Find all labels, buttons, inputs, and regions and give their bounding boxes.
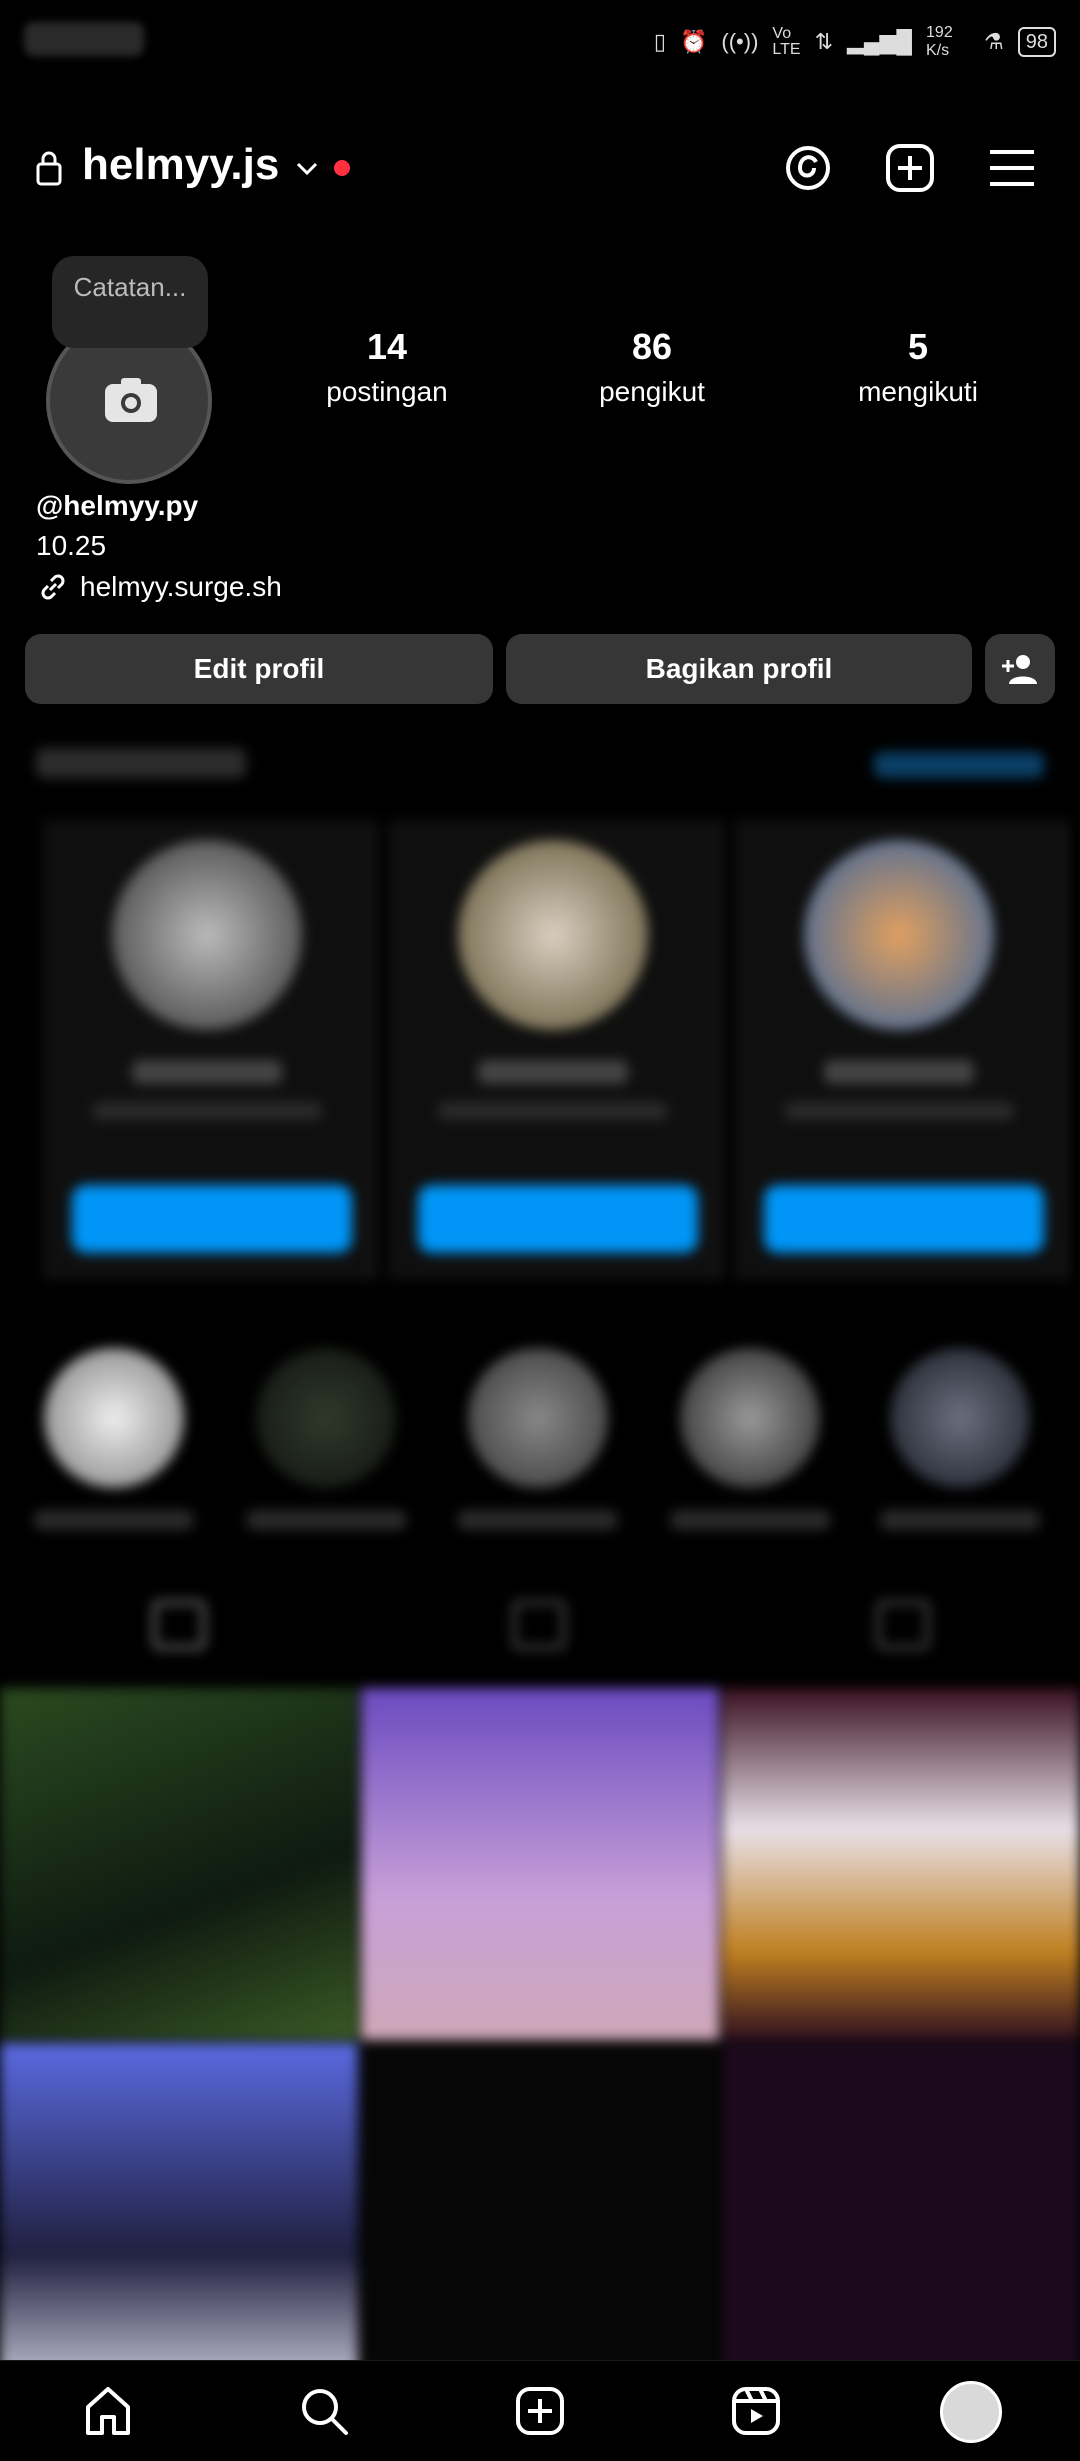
follow-button <box>418 1185 698 1253</box>
grid-tab-icon <box>152 1600 206 1650</box>
posts-stat[interactable]: 14 postingan <box>287 326 487 408</box>
highlight-label <box>246 1510 406 1530</box>
reels-icon[interactable] <box>728 2383 784 2439</box>
profile-bio: 10.25 <box>36 530 107 561</box>
data-icon: ⇅ <box>814 29 833 54</box>
status-bar: ▯ ⏰ ((•)) Vo LTE ⇅ ▂▄▆█ 192 K/s ⚗ 98 <box>0 0 1080 80</box>
posts-count: 14 <box>366 326 408 367</box>
posts-label: postingan <box>326 376 448 407</box>
bottom-navigation <box>0 2360 1080 2461</box>
suggestion-subtitle <box>784 1102 1014 1120</box>
battery-indicator: 98 <box>1017 27 1056 57</box>
see-all-link-redacted <box>874 752 1044 778</box>
profile-name: @helmyy.py <box>36 490 199 521</box>
post-thumbnail <box>361 1688 719 2040</box>
discover-people-button[interactable] <box>985 634 1055 704</box>
network-speed: 192 K/s <box>926 24 953 59</box>
flask-icon: ⚗ <box>984 29 1004 54</box>
create-icon[interactable] <box>880 138 940 198</box>
notification-dot <box>334 160 350 176</box>
highlight-circle <box>256 1348 396 1488</box>
following-stat[interactable]: 5 mengikuti <box>818 326 1018 408</box>
followers-count: 86 <box>631 326 673 367</box>
menu-icon[interactable] <box>982 138 1042 198</box>
status-time-redacted <box>24 22 144 56</box>
profile-link[interactable]: helmyy.surge.sh <box>36 570 282 604</box>
following-count: 5 <box>907 326 929 367</box>
suggestion-card <box>42 820 376 1280</box>
vibrate-icon: ▯ <box>653 29 666 54</box>
suggestion-name <box>132 1060 282 1084</box>
hotspot-icon: ((•)) <box>721 29 759 54</box>
highlight-label <box>458 1510 618 1530</box>
status-icons: ▯ ⏰ ((•)) Vo LTE ⇅ ▂▄▆█ 192 K/s ⚗ 98 <box>654 22 1056 62</box>
suggestion-card <box>388 820 722 1280</box>
follow-button <box>72 1185 352 1253</box>
profile-header: helmyy.js <box>0 120 1080 220</box>
suggestion-avatar <box>804 840 994 1030</box>
suggestion-subtitle <box>438 1102 668 1120</box>
suggestion-avatar <box>458 840 648 1030</box>
highlight-label <box>880 1510 1040 1530</box>
followers-label: pengikut <box>599 376 705 407</box>
suggestion-avatar <box>112 840 302 1030</box>
suggestion-name <box>824 1060 974 1084</box>
post-thumbnail <box>361 2043 719 2395</box>
tagged-tab-icon <box>876 1600 930 1650</box>
post-thumbnail <box>722 1688 1080 2040</box>
suggestions-title-redacted <box>36 748 246 778</box>
highlight-circle <box>680 1348 820 1488</box>
alarm-icon: ⏰ <box>679 29 708 54</box>
reels-tab-icon <box>512 1600 566 1650</box>
follow-button <box>764 1185 1044 1253</box>
highlight-circle <box>890 1348 1030 1488</box>
volte-icon: Vo LTE <box>772 25 801 58</box>
camera-icon <box>105 378 157 422</box>
suggestion-card <box>734 820 1068 1280</box>
chevron-down-icon[interactable] <box>292 154 322 184</box>
search-icon[interactable] <box>296 2383 352 2439</box>
account-username[interactable]: helmyy.js <box>82 140 279 190</box>
share-profile-button[interactable]: Bagikan profil <box>506 634 972 704</box>
add-person-icon <box>1002 655 1037 684</box>
following-label: mengikuti <box>858 376 978 407</box>
threads-icon[interactable] <box>778 138 838 198</box>
highlight-circle <box>44 1348 184 1488</box>
home-icon[interactable] <box>80 2383 136 2439</box>
post-thumbnail <box>722 2043 1080 2395</box>
highlight-label <box>34 1510 194 1530</box>
suggestion-name <box>478 1060 628 1084</box>
note-bubble[interactable]: Catatan... <box>52 256 208 348</box>
create-icon[interactable] <box>512 2383 568 2439</box>
post-thumbnail <box>0 1688 358 2040</box>
highlight-circle <box>468 1348 608 1488</box>
edit-profile-button[interactable]: Edit profil <box>25 634 493 704</box>
profile-link-text: helmyy.surge.sh <box>80 571 282 602</box>
suggestion-subtitle <box>92 1102 322 1120</box>
highlight-label <box>670 1510 830 1530</box>
followers-stat[interactable]: 86 pengikut <box>552 326 752 408</box>
signal-icon: ▂▄▆█ <box>847 29 913 54</box>
link-icon <box>41 574 65 600</box>
profile-avatar-tab[interactable] <box>940 2381 1002 2443</box>
post-thumbnail <box>0 2043 358 2395</box>
lock-icon <box>36 151 62 186</box>
